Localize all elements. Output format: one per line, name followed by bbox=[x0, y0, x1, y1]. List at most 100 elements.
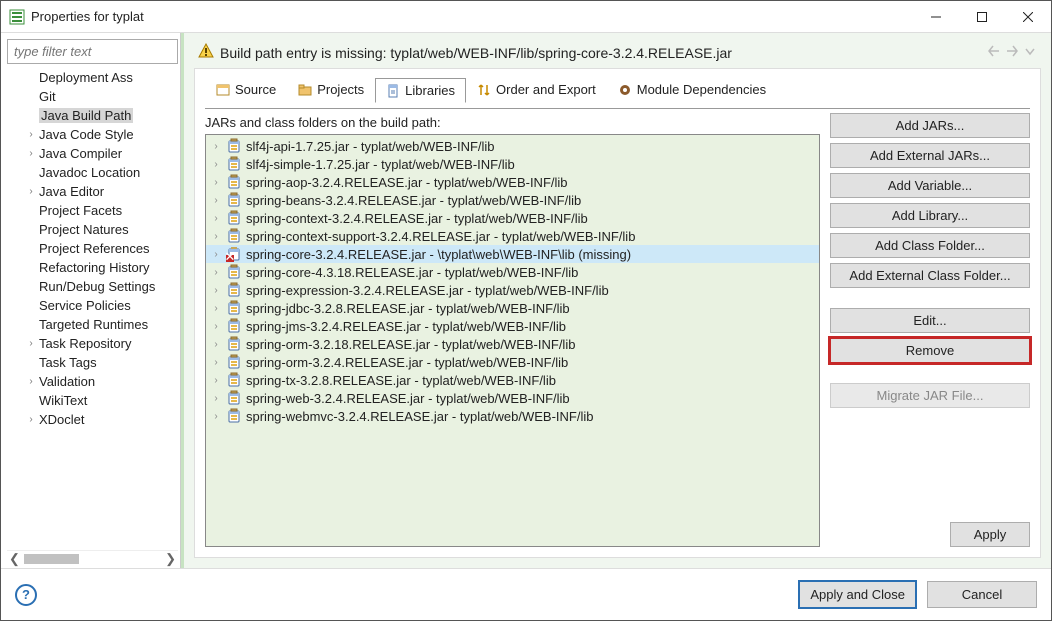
tab-label: Projects bbox=[317, 82, 364, 97]
sidebar-item-task-repository[interactable]: ›Task Repository bbox=[7, 334, 178, 353]
warning-message: Build path entry is missing: typlat/web/… bbox=[220, 45, 981, 61]
filter-input[interactable] bbox=[7, 39, 178, 64]
sidebar-item-label: Project Natures bbox=[39, 222, 129, 237]
sidebar-item-project-facets[interactable]: Project Facets bbox=[7, 201, 178, 220]
jar-item-label: spring-orm-3.2.18.RELEASE.jar - typlat/w… bbox=[246, 337, 575, 352]
jar-item[interactable]: ›spring-context-3.2.4.RELEASE.jar - typl… bbox=[206, 209, 819, 227]
jar-item-label: slf4j-api-1.7.25.jar - typlat/web/WEB-IN… bbox=[246, 139, 495, 154]
jar-item-label: spring-jms-3.2.4.RELEASE.jar - typlat/we… bbox=[246, 319, 566, 334]
sidebar-item-service-policies[interactable]: Service Policies bbox=[7, 296, 178, 315]
jar-item[interactable]: › spring-orm-3.2.18.RELEASE.jar - typlat/… bbox=[206, 335, 819, 353]
sidebar-item-targeted-runtimes[interactable]: Targeted Runtimes bbox=[7, 315, 178, 334]
expand-icon[interactable]: › bbox=[210, 303, 222, 314]
jar-item[interactable]: ›spring-core-4.3.18.RELEASE.jar - typlat… bbox=[206, 263, 819, 281]
sidebar-item-project-references[interactable]: Project References bbox=[7, 239, 178, 258]
sidebar-item-java-code-style[interactable]: ›Java Code Style bbox=[7, 125, 178, 144]
libraries-icon bbox=[386, 84, 400, 98]
sidebar-item-java-build-path[interactable]: Java Build Path bbox=[7, 106, 178, 125]
expand-icon[interactable]: › bbox=[210, 339, 222, 350]
sidebar-item-project-natures[interactable]: Project Natures bbox=[7, 220, 178, 239]
sidebar-item-label: Service Policies bbox=[39, 298, 131, 313]
apply-button[interactable]: Apply bbox=[950, 522, 1030, 547]
sidebar-item-refactoring-history[interactable]: Refactoring History bbox=[7, 258, 178, 277]
category-tree[interactable]: Deployment AssGit Java Build Path ›Java Co… bbox=[7, 68, 178, 550]
scroll-left-icon[interactable]: ❮ bbox=[9, 551, 20, 567]
add-external-jars-button[interactable]: Add External JARs... bbox=[830, 143, 1030, 168]
edit-button[interactable]: Edit... bbox=[830, 308, 1030, 333]
sidebar-item-label: Java Build Path bbox=[39, 108, 133, 123]
expand-icon[interactable]: › bbox=[210, 393, 222, 404]
jar-item[interactable]: ›spring-aop-3.2.4.RELEASE.jar - typlat/w… bbox=[206, 173, 819, 191]
source-icon bbox=[216, 83, 230, 97]
add-variable-button[interactable]: Add Variable... bbox=[830, 173, 1030, 198]
jar-icon bbox=[226, 300, 242, 316]
jar-item[interactable]: › slf4j-simple-1.7.25.jar - typlat/web/WE… bbox=[206, 155, 819, 173]
jar-item[interactable]: ›spring-orm-3.2.4.RELEASE.jar - typlat/w… bbox=[206, 353, 819, 371]
tab-source[interactable]: Source bbox=[205, 77, 287, 102]
jar-item[interactable]: ›spring-webmvc-3.2.4.RELEASE.jar - typla… bbox=[206, 407, 819, 425]
tab-order-and-export[interactable]: Order and Export bbox=[466, 77, 607, 102]
expand-icon[interactable]: › bbox=[210, 321, 222, 332]
sidebar-item-wikitext[interactable]: WikiText bbox=[7, 391, 178, 410]
scroll-right-icon[interactable]: ❯ bbox=[165, 551, 176, 567]
sidebar-item-javadoc-location[interactable]: Javadoc Location bbox=[7, 163, 178, 182]
jar-item[interactable]: › spring-web-3.2.4.RELEASE.jar - typlat/w… bbox=[206, 389, 819, 407]
migrate-jar-button: Migrate JAR File... bbox=[830, 383, 1030, 408]
expand-icon[interactable]: › bbox=[210, 213, 222, 224]
jar-item[interactable]: ›spring-context-support-3.2.4.RELEASE.ja… bbox=[206, 227, 819, 245]
jar-icon bbox=[226, 408, 242, 424]
minimize-button[interactable] bbox=[913, 1, 959, 33]
add-class-folder-button[interactable]: Add Class Folder... bbox=[830, 233, 1030, 258]
apply-and-close-button[interactable]: Apply and Close bbox=[798, 580, 917, 609]
tab-projects[interactable]: Projects bbox=[287, 77, 375, 102]
jar-list[interactable]: › slf4j-api-1.7.25.jar - typlat/web/WEB-I… bbox=[205, 134, 820, 547]
warning-icon bbox=[198, 43, 214, 62]
sidebar-item-run-debug-settings[interactable]: Run/Debug Settings bbox=[7, 277, 178, 296]
nav-dropdown-icon[interactable] bbox=[1023, 44, 1037, 61]
sidebar-item-java-editor[interactable]: ›Java Editor bbox=[7, 182, 178, 201]
sidebar-item-git[interactable]: Git bbox=[7, 87, 178, 106]
sidebar-item-deployment-ass[interactable]: Deployment Ass bbox=[7, 68, 178, 87]
jar-item[interactable]: › spring-jms-3.2.4.RELEASE.jar - typlat/w… bbox=[206, 317, 819, 335]
jar-item[interactable]: ›spring-expression-3.2.4.RELEASE.jar - t… bbox=[206, 281, 819, 299]
sidebar-item-task-tags[interactable]: Task Tags bbox=[7, 353, 178, 372]
sidebar-item-xdoclet[interactable]: ›XDoclet bbox=[7, 410, 178, 429]
expand-icon[interactable]: › bbox=[210, 177, 222, 188]
expand-icon[interactable]: › bbox=[210, 375, 222, 386]
jar-item-label: slf4j-simple-1.7.25.jar - typlat/web/WEB… bbox=[246, 157, 515, 172]
jar-item[interactable]: ›spring-jdbc-3.2.8.RELEASE.jar - typlat/… bbox=[206, 299, 819, 317]
maximize-button[interactable] bbox=[959, 1, 1005, 33]
sidebar-item-label: Run/Debug Settings bbox=[39, 279, 155, 294]
expand-icon[interactable]: › bbox=[210, 195, 222, 206]
tab-module-dependencies[interactable]: Module Dependencies bbox=[607, 77, 777, 102]
expand-icon[interactable]: › bbox=[210, 141, 222, 152]
help-icon[interactable]: ? bbox=[15, 584, 37, 606]
jar-item[interactable]: ›spring-beans-3.2.4.RELEASE.jar - typlat… bbox=[206, 191, 819, 209]
expand-icon[interactable]: › bbox=[210, 231, 222, 242]
expand-icon[interactable]: › bbox=[210, 249, 222, 260]
horizontal-scrollbar[interactable]: ❮ ❯ bbox=[7, 550, 178, 566]
close-button[interactable] bbox=[1005, 1, 1051, 33]
expand-icon[interactable]: › bbox=[210, 357, 222, 368]
add-library-button[interactable]: Add Library... bbox=[830, 203, 1030, 228]
tab-bar: Source Projects LibrariesOrder and ExportM… bbox=[205, 77, 777, 102]
jar-item[interactable]: ›spring-tx-3.2.8.RELEASE.jar - typlat/we… bbox=[206, 371, 819, 389]
jar-item[interactable]: ›✕spring-core-3.2.4.RELEASE.jar - \typla… bbox=[206, 245, 819, 263]
add-external-class-folder-button[interactable]: Add External Class Folder... bbox=[830, 263, 1030, 288]
jar-item[interactable]: › slf4j-api-1.7.25.jar - typlat/web/WEB-I… bbox=[206, 137, 819, 155]
nav-back-icon[interactable] bbox=[987, 44, 1001, 61]
nav-forward-icon[interactable] bbox=[1005, 44, 1019, 61]
sidebar-item-validation[interactable]: ›Validation bbox=[7, 372, 178, 391]
jar-item-label: spring-web-3.2.4.RELEASE.jar - typlat/we… bbox=[246, 391, 570, 406]
tab-libraries[interactable]: Libraries bbox=[375, 78, 466, 103]
cancel-button[interactable]: Cancel bbox=[927, 581, 1037, 608]
expand-icon[interactable]: › bbox=[210, 267, 222, 278]
sidebar-item-java-compiler[interactable]: ›Java Compiler bbox=[7, 144, 178, 163]
sidebar-item-label: WikiText bbox=[39, 393, 87, 408]
add-jars-button[interactable]: Add JARs... bbox=[830, 113, 1030, 138]
remove-button[interactable]: Remove bbox=[830, 338, 1030, 363]
jar-icon bbox=[226, 174, 242, 190]
expand-icon[interactable]: › bbox=[210, 285, 222, 296]
expand-icon[interactable]: › bbox=[210, 411, 222, 422]
expand-icon[interactable]: › bbox=[210, 159, 222, 170]
